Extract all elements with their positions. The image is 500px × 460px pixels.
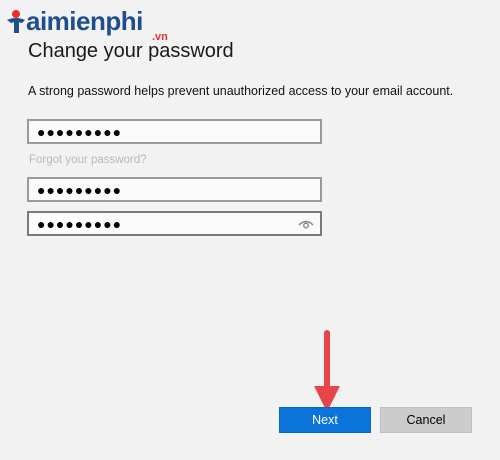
confirm-password-value: ●●●●●●●●● bbox=[37, 216, 123, 232]
new-password-value: ●●●●●●●●● bbox=[37, 182, 123, 198]
confirm-password-field[interactable]: ●●●●●●●●● bbox=[27, 211, 322, 236]
watermark-logo: aimienphi .vn bbox=[4, 6, 204, 43]
current-password-field[interactable]: ●●●●●●●●● bbox=[27, 119, 322, 144]
page-title: Change your password bbox=[28, 40, 234, 62]
next-button[interactable]: Next bbox=[279, 407, 371, 433]
description-text: A strong password helps prevent unauthor… bbox=[28, 84, 454, 98]
new-password-field[interactable]: ●●●●●●●●● bbox=[27, 177, 322, 202]
watermark-text: aimienphi bbox=[26, 6, 143, 36]
watermark-mark-icon bbox=[7, 10, 25, 33]
current-password-value: ●●●●●●●●● bbox=[37, 124, 123, 140]
eye-icon[interactable] bbox=[298, 217, 314, 231]
arrow-down-icon bbox=[314, 330, 340, 412]
cancel-button[interactable]: Cancel bbox=[380, 407, 472, 433]
forgot-password-link[interactable]: Forgot your password? bbox=[29, 154, 147, 166]
